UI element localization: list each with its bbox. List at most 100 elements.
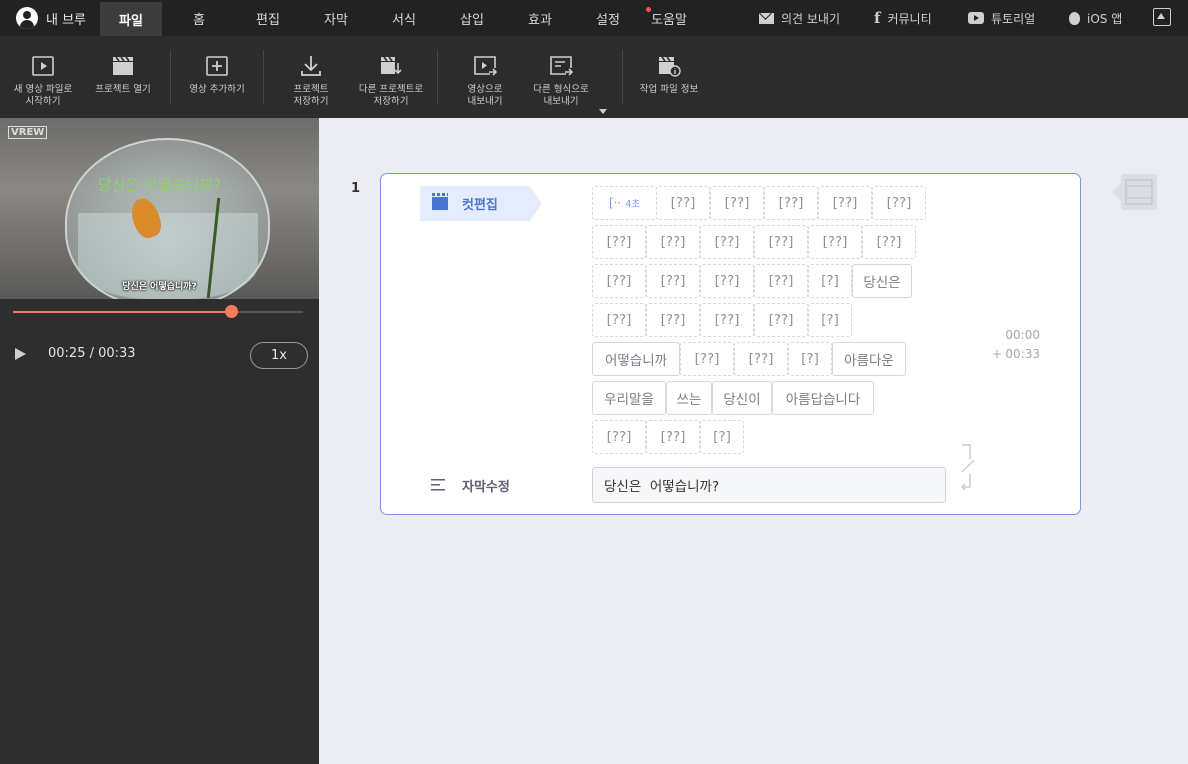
word-token[interactable]: [??] xyxy=(680,342,734,376)
word-token[interactable]: [?] xyxy=(788,342,832,376)
word-token[interactable]: [??] xyxy=(646,420,700,454)
subtitle-edit-label: 자막수정 xyxy=(462,480,510,495)
text-lines-icon xyxy=(431,479,447,492)
save-project-label-2: 저장하기 xyxy=(293,96,329,107)
word-token[interactable]: [??] xyxy=(872,186,926,220)
word-token[interactable]: 당신이 xyxy=(712,381,772,415)
cut-edit-tab[interactable]: 컷편집 xyxy=(420,186,542,221)
export-format-icon xyxy=(550,56,573,76)
work-file-info-button[interactable]: 작업 파일 정보 xyxy=(634,36,704,118)
word-token[interactable]: [??] xyxy=(646,264,700,298)
word-token[interactable]: [??] xyxy=(592,225,646,259)
word-token[interactable]: [·· 4초 xyxy=(592,186,657,220)
clip-number: 1 xyxy=(351,181,361,196)
word-token[interactable]: [??] xyxy=(754,264,808,298)
new-project-label-2: 시작하기 xyxy=(25,96,61,107)
apple-icon xyxy=(1069,11,1080,25)
new-project-button[interactable]: 새 영상 파일로 시작하기 xyxy=(8,36,78,118)
community-button[interactable]: f 커뮤니티 xyxy=(874,0,932,36)
export-video-label-1: 영상으로 xyxy=(467,84,503,95)
feedback-button[interactable]: 의견 보내기 xyxy=(759,0,840,36)
clapperboard-download-icon xyxy=(381,56,402,75)
word-token[interactable]: [??] xyxy=(592,264,646,298)
community-label: 커뮤니티 xyxy=(887,11,932,26)
export-other-format-button[interactable]: 다른 형식으로 내보내기 xyxy=(525,36,597,118)
word-token[interactable]: [??] xyxy=(734,342,788,376)
word-token[interactable]: 쓰는 xyxy=(666,381,712,415)
playback-time: 00:25 / 00:33 xyxy=(48,346,136,361)
playback-progress-bar[interactable] xyxy=(13,305,303,318)
playback-speed-button[interactable]: 1x xyxy=(250,342,308,369)
word-token[interactable]: [??] xyxy=(646,303,700,337)
word-token[interactable]: [??] xyxy=(764,186,818,220)
open-project-label: 프로젝트 열기 xyxy=(95,84,151,95)
word-token[interactable]: [?] xyxy=(808,303,852,337)
save-project-button[interactable]: 프로젝트 저장하기 xyxy=(276,36,346,118)
add-video-button[interactable]: 영상 추가하기 xyxy=(182,36,252,118)
menu-bar: 내 브루 파일 홈 편집 자막 서식 삽입 효과 설정 도움말 의견 보내기 f… xyxy=(0,0,1188,36)
feedback-label: 의견 보내기 xyxy=(781,11,841,26)
progress-handle[interactable] xyxy=(225,305,239,318)
collapse-toolbar-icon[interactable] xyxy=(1153,8,1171,26)
export-video-label-2: 내보내기 xyxy=(467,96,503,107)
token-duration: 4초 xyxy=(625,199,641,210)
word-token[interactable]: [?] xyxy=(808,264,852,298)
word-token[interactable]: [??] xyxy=(592,420,646,454)
word-token[interactable]: 당신은 xyxy=(852,264,912,298)
toolbar-divider xyxy=(170,50,171,104)
toolbar: 새 영상 파일로 시작하기 프로젝트 열기 영상 추가하기 프로젝트 저장하기 … xyxy=(0,36,1188,118)
new-video-icon xyxy=(32,56,54,76)
word-token[interactable]: [??] xyxy=(754,225,808,259)
subtitle-edit-tab[interactable]: 자막수정 xyxy=(431,476,510,495)
facebook-icon: f xyxy=(874,9,881,27)
export-dropdown-chevron-icon[interactable] xyxy=(599,109,607,114)
file-info-icon xyxy=(659,56,681,77)
word-token[interactable]: [??] xyxy=(808,225,862,259)
timecode-start: 00:00 xyxy=(1005,328,1040,342)
word-token[interactable]: [??] xyxy=(754,303,808,337)
word-token[interactable]: [??] xyxy=(700,264,754,298)
word-token[interactable]: [??] xyxy=(818,186,872,220)
tab-format[interactable]: 서식 xyxy=(372,0,436,36)
word-token[interactable]: [?] xyxy=(700,420,744,454)
save-as-label-1: 다른 프로젝트로 xyxy=(358,84,424,95)
word-token[interactable]: [??] xyxy=(700,225,754,259)
tab-file[interactable]: 파일 xyxy=(100,2,163,36)
tab-subtitle[interactable]: 자막 xyxy=(300,0,372,36)
video-preview[interactable]: VREW 당신은 어떻습니까? 당신은 어떻습니까? xyxy=(0,118,319,299)
save-as-button[interactable]: 다른 프로젝트로 저장하기 xyxy=(352,36,430,118)
word-token[interactable]: 아름다운 xyxy=(832,342,906,376)
word-token[interactable]: 우리말을 xyxy=(592,381,666,415)
tab-edit[interactable]: 편집 xyxy=(236,0,300,36)
merge-split-icon[interactable] xyxy=(958,444,976,490)
word-token[interactable]: [??] xyxy=(700,303,754,337)
tutorial-button[interactable]: 튜토리얼 xyxy=(968,0,1035,36)
open-project-button[interactable]: 프로젝트 열기 xyxy=(88,36,158,118)
export-video-button[interactable]: 영상으로 내보내기 xyxy=(450,36,520,118)
word-token[interactable]: [??] xyxy=(656,186,710,220)
tab-settings[interactable]: 설정 xyxy=(572,0,644,36)
word-token[interactable]: [??] xyxy=(592,303,646,337)
save-project-label-1: 프로젝트 xyxy=(293,84,329,95)
tutorial-label: 튜토리얼 xyxy=(991,11,1036,26)
word-token[interactable]: [??] xyxy=(710,186,764,220)
tab-home[interactable]: 홈 xyxy=(162,0,236,36)
word-token[interactable]: [??] xyxy=(862,225,916,259)
tab-help[interactable]: 도움말 xyxy=(644,0,694,36)
toolbar-divider xyxy=(622,50,623,104)
my-vrew-button[interactable]: 내 브루 xyxy=(0,0,100,36)
play-icon[interactable] xyxy=(15,348,26,360)
video-title-text: 당신은 어떻습니까? xyxy=(97,176,222,194)
tab-effects[interactable]: 효과 xyxy=(508,0,572,36)
tab-insert[interactable]: 삽입 xyxy=(436,0,508,36)
export-video-icon xyxy=(474,56,497,76)
word-token[interactable]: [??] xyxy=(646,225,700,259)
player-panel: VREW 당신은 어떻습니까? 당신은 어떻습니까? 00:25 / 00:33… xyxy=(0,118,319,764)
work-file-info-label: 작업 파일 정보 xyxy=(639,84,699,95)
ios-app-button[interactable]: iOS 앱 xyxy=(1069,0,1122,36)
subtitle-text-field[interactable] xyxy=(592,467,946,503)
export-other-label-1: 다른 형식으로 xyxy=(533,84,589,95)
clip-thumbnail-icon[interactable] xyxy=(1112,173,1157,211)
word-token[interactable]: 어떻습니까 xyxy=(592,342,680,376)
word-token[interactable]: 아름답습니다 xyxy=(772,381,874,415)
